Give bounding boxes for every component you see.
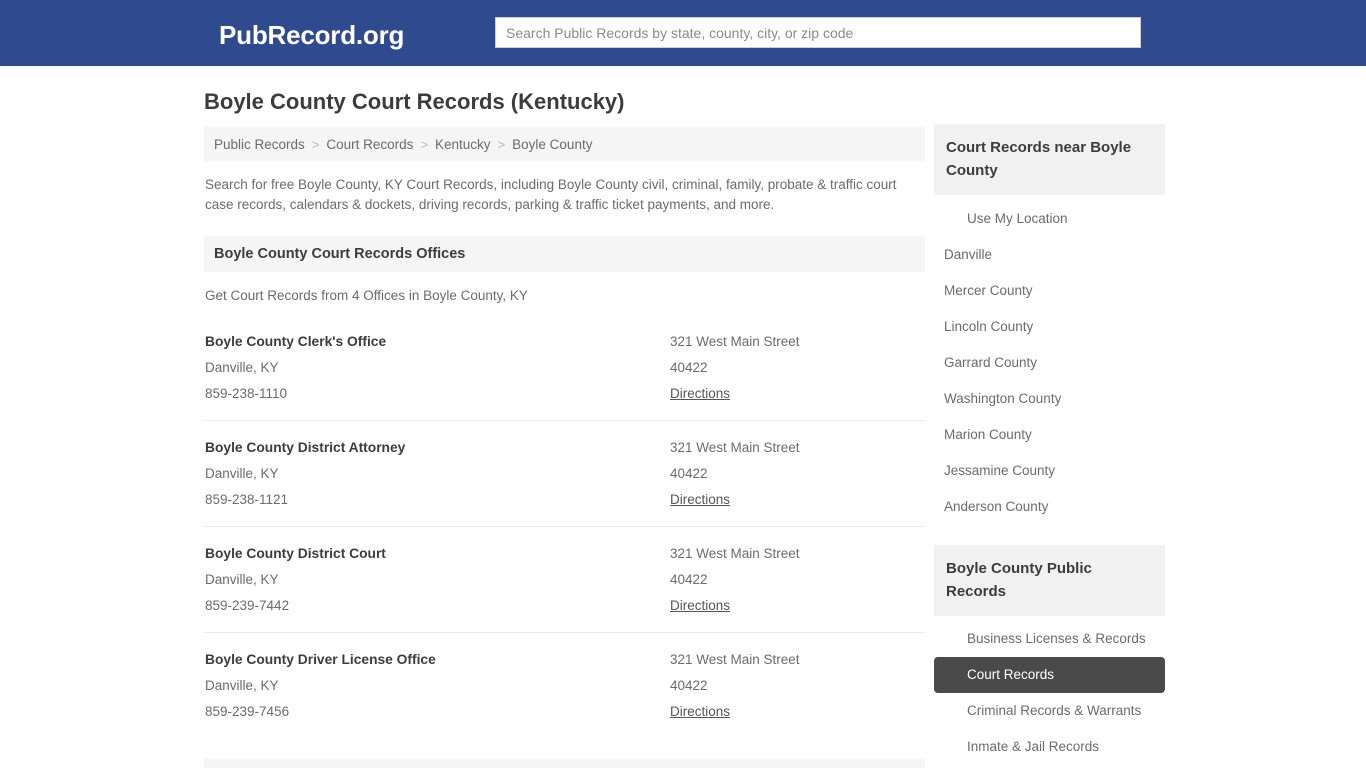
breadcrumb-item-public-records[interactable]: Public Records bbox=[214, 137, 305, 152]
office-zip: 40422 bbox=[670, 360, 708, 375]
office-city: Danville, KY bbox=[205, 466, 279, 481]
office-info-left: Boyle County District Attorney Danville,… bbox=[204, 435, 670, 513]
office-city: Danville, KY bbox=[205, 572, 279, 587]
office-name: Boyle County Clerk's Office bbox=[205, 334, 387, 349]
page-body: Boyle County Court Records (Kentucky) Pu… bbox=[0, 66, 1366, 768]
breadcrumb-item-kentucky[interactable]: Kentucky bbox=[435, 137, 491, 152]
sidebar-public-records-block: Boyle County Public Records Business Lic… bbox=[934, 545, 1165, 768]
sidebar-item-lincoln-county[interactable]: Lincoln County bbox=[934, 309, 1165, 345]
offices-section-header: Boyle County Court Records Offices bbox=[204, 236, 925, 272]
sidebar-public-records-title: Boyle County Public Records bbox=[946, 560, 1092, 600]
office-city: Danville, KY bbox=[205, 360, 279, 375]
office-phone[interactable]: 859-238-1110 bbox=[205, 381, 670, 407]
office-info-left: Boyle County District Court Danville, KY… bbox=[204, 541, 670, 619]
search-box[interactable] bbox=[495, 17, 1141, 48]
directions-link[interactable]: Directions bbox=[670, 593, 730, 619]
office-phone[interactable]: 859-238-1121 bbox=[205, 487, 670, 513]
offices-section-title: Boyle County Court Records Offices bbox=[214, 246, 466, 262]
office-name: Boyle County District Court bbox=[205, 546, 386, 561]
office-street: 321 West Main Street bbox=[670, 334, 800, 349]
breadcrumb-separator-icon: > bbox=[311, 136, 320, 152]
table-row: Boyle County Clerk's Office Danville, KY… bbox=[204, 315, 925, 421]
main-content: Boyle County Court Records (Kentucky) Pu… bbox=[204, 88, 925, 768]
directions-link[interactable]: Directions bbox=[670, 699, 730, 725]
office-street: 321 West Main Street bbox=[670, 440, 800, 455]
sidebar-item-inmate-jail-records[interactable]: Inmate & Jail Records bbox=[934, 729, 1165, 765]
sidebar-item-jessamine-county[interactable]: Jessamine County bbox=[934, 453, 1165, 489]
site-logo[interactable]: PubRecord.org bbox=[219, 20, 404, 51]
office-phone[interactable]: 859-239-7442 bbox=[205, 593, 670, 619]
offices-list: Boyle County Clerk's Office Danville, KY… bbox=[204, 315, 925, 738]
office-info-left: Boyle County Driver License Office Danvi… bbox=[204, 647, 670, 725]
databases-section-header: Boyle County Court Records Databases bbox=[204, 759, 925, 768]
office-name: Boyle County Driver License Office bbox=[205, 652, 436, 667]
directions-link[interactable]: Directions bbox=[670, 381, 730, 407]
office-street: 321 West Main Street bbox=[670, 652, 800, 667]
office-info-right: 321 West Main Street 40422 Directions bbox=[670, 329, 920, 407]
office-street: 321 West Main Street bbox=[670, 546, 800, 561]
sidebar-nearby-header: Court Records near Boyle County bbox=[934, 124, 1165, 195]
office-name: Boyle County District Attorney bbox=[205, 440, 406, 455]
sidebar-item-business-licenses-records[interactable]: Business Licenses & Records bbox=[934, 621, 1165, 657]
sidebar-item-mercer-county[interactable]: Mercer County bbox=[934, 273, 1165, 309]
search-input[interactable] bbox=[495, 17, 1141, 48]
sidebar-item-court-records[interactable]: Court Records bbox=[934, 657, 1165, 693]
sidebar-nearby-block: Court Records near Boyle County Use My L… bbox=[934, 124, 1165, 525]
intro-paragraph: Search for free Boyle County, KY Court R… bbox=[205, 177, 897, 212]
breadcrumb-item-boyle-county[interactable]: Boyle County bbox=[512, 137, 592, 152]
sidebar-item-criminal-records-warrants[interactable]: Criminal Records & Warrants bbox=[934, 693, 1165, 729]
office-city: Danville, KY bbox=[205, 678, 279, 693]
office-info-right: 321 West Main Street 40422 Directions bbox=[670, 435, 920, 513]
office-zip: 40422 bbox=[670, 572, 708, 587]
directions-link[interactable]: Directions bbox=[670, 487, 730, 513]
breadcrumb-separator-icon: > bbox=[497, 136, 506, 152]
table-row: Boyle County Driver License Office Danvi… bbox=[204, 633, 925, 738]
office-zip: 40422 bbox=[670, 466, 708, 481]
sidebar-item-marion-county[interactable]: Marion County bbox=[934, 417, 1165, 453]
office-phone[interactable]: 859-239-7456 bbox=[205, 699, 670, 725]
sidebar-item-washington-county[interactable]: Washington County bbox=[934, 381, 1165, 417]
site-header: PubRecord.org bbox=[0, 0, 1366, 66]
sidebar-nearby-list: Use My Location Danville Mercer County L… bbox=[934, 201, 1165, 525]
office-info-right: 321 West Main Street 40422 Directions bbox=[670, 541, 920, 619]
page-title: Boyle County Court Records (Kentucky) bbox=[204, 89, 625, 114]
breadcrumb-item-court-records[interactable]: Court Records bbox=[326, 137, 413, 152]
sidebar-item-anderson-county[interactable]: Anderson County bbox=[934, 489, 1165, 525]
office-info-right: 321 West Main Street 40422 Directions bbox=[670, 647, 920, 725]
offices-section-note: Get Court Records from 4 Offices in Boyl… bbox=[205, 288, 528, 303]
table-row: Boyle County District Court Danville, KY… bbox=[204, 527, 925, 633]
breadcrumb: Public Records > Court Records > Kentuck… bbox=[204, 127, 925, 161]
breadcrumb-separator-icon: > bbox=[420, 136, 429, 152]
sidebar: Court Records near Boyle County Use My L… bbox=[934, 124, 1165, 768]
table-row: Boyle County District Attorney Danville,… bbox=[204, 421, 925, 527]
sidebar-item-garrard-county[interactable]: Garrard County bbox=[934, 345, 1165, 381]
sidebar-public-records-header: Boyle County Public Records bbox=[934, 545, 1165, 616]
sidebar-item-use-my-location[interactable]: Use My Location bbox=[934, 201, 1165, 237]
sidebar-public-records-list: Business Licenses & Records Court Record… bbox=[934, 621, 1165, 768]
office-zip: 40422 bbox=[670, 678, 708, 693]
office-info-left: Boyle County Clerk's Office Danville, KY… bbox=[204, 329, 670, 407]
sidebar-nearby-title: Court Records near Boyle County bbox=[946, 139, 1132, 179]
sidebar-item-danville[interactable]: Danville bbox=[934, 237, 1165, 273]
